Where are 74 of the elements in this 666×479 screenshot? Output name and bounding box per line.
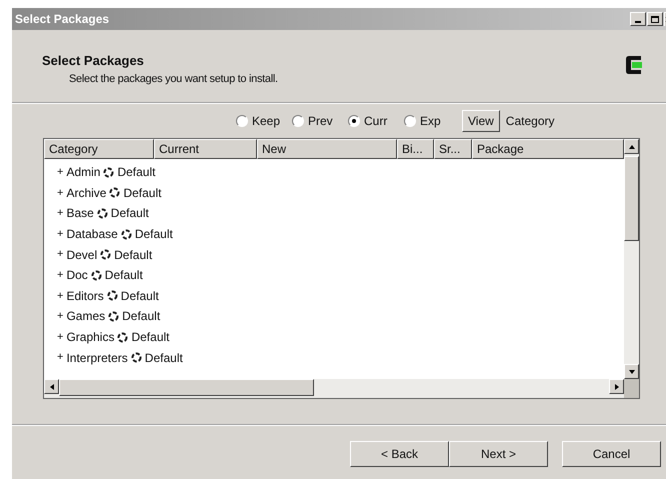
scrollbar-corner: [624, 379, 639, 398]
scroll-thumb[interactable]: [624, 156, 639, 241]
cycle-icon[interactable]: [130, 352, 142, 364]
view-button[interactable]: View: [462, 110, 500, 132]
install-action[interactable]: Default: [131, 328, 170, 346]
scroll-right-button[interactable]: [609, 379, 624, 394]
page-title: Select Packages: [42, 52, 145, 70]
category-name: Admin: [66, 164, 100, 182]
vertical-scrollbar[interactable]: [624, 139, 639, 379]
cycle-icon[interactable]: [120, 228, 132, 240]
page-subtitle: Select the packages you want setup to install.: [68, 72, 278, 86]
expand-toggle[interactable]: +: [57, 184, 64, 202]
install-action[interactable]: Default: [120, 286, 159, 305]
column-header[interactable]: Bi...: [397, 139, 434, 159]
expand-toggle[interactable]: +: [57, 267, 64, 284]
cycle-icon[interactable]: [90, 270, 102, 281]
install-action[interactable]: Default: [123, 184, 162, 202]
view-radio[interactable]: Curr: [348, 112, 404, 130]
cycle-icon[interactable]: [96, 208, 108, 219]
cycle-icon[interactable]: [117, 332, 128, 343]
expand-toggle[interactable]: +: [57, 164, 64, 181]
column-header[interactable]: Sr...: [434, 139, 472, 159]
install-action[interactable]: Default: [122, 307, 160, 326]
cycle-icon[interactable]: [103, 166, 114, 178]
window-title: Select Packages: [15, 11, 110, 28]
expand-toggle[interactable]: +: [57, 308, 64, 325]
expand-toggle[interactable]: +: [57, 288, 64, 304]
install-action[interactable]: Default: [104, 266, 143, 284]
category-name: Interpreters: [66, 350, 128, 367]
install-action[interactable]: Default: [110, 204, 149, 222]
column-header[interactable]: Current: [154, 139, 257, 159]
expand-toggle[interactable]: +: [57, 205, 64, 222]
minimize-icon: [635, 21, 641, 23]
minimize-button[interactable]: [630, 12, 646, 26]
category-name: Database: [66, 226, 118, 244]
scroll-thumb[interactable]: [59, 379, 314, 396]
cycle-icon[interactable]: [108, 310, 120, 322]
category-name: Archive: [66, 184, 106, 202]
cycle-icon[interactable]: [106, 290, 118, 302]
category-name: Games: [66, 308, 106, 326]
scroll-up-button[interactable]: [624, 139, 639, 154]
install-action[interactable]: Default: [134, 225, 173, 244]
view-radio[interactable]: Exp: [404, 112, 460, 130]
category-name: Base: [66, 205, 94, 222]
wizard-button[interactable]: Cancel: [562, 441, 661, 467]
cycle-icon[interactable]: [109, 187, 120, 198]
view-mode-label: Category: [506, 113, 554, 130]
install-action[interactable]: Default: [114, 246, 152, 264]
scroll-left-button[interactable]: [44, 379, 59, 394]
terminal-logo-icon: [624, 54, 644, 76]
horizontal-scrollbar[interactable]: [44, 379, 624, 398]
category-name: Graphics: [66, 329, 114, 346]
wizard-button[interactable]: Next >: [449, 441, 548, 467]
arrow-icon: [628, 142, 636, 150]
column-header[interactable]: Package: [472, 139, 624, 159]
expand-toggle[interactable]: +: [57, 246, 64, 263]
expand-toggle[interactable]: +: [57, 226, 64, 242]
maximize-icon: [651, 16, 659, 22]
scroll-down-button[interactable]: [624, 364, 639, 379]
install-action[interactable]: Default: [144, 348, 183, 367]
maximize-button[interactable]: [647, 12, 663, 26]
arrow-icon: [48, 382, 56, 390]
view-radio[interactable]: Prev: [292, 112, 348, 130]
cycle-icon[interactable]: [100, 249, 112, 260]
wizard-button[interactable]: < Back: [350, 441, 449, 467]
column-header[interactable]: New: [257, 139, 397, 159]
category-name: Devel: [66, 246, 98, 264]
expand-toggle[interactable]: +: [57, 328, 64, 346]
expand-toggle[interactable]: +: [57, 349, 64, 366]
category-name: Editors: [66, 288, 104, 305]
column-header[interactable]: Category: [44, 139, 154, 159]
install-action[interactable]: Default: [117, 163, 156, 182]
view-radio[interactable]: Keep: [236, 112, 292, 130]
category-name: Doc: [66, 267, 88, 284]
